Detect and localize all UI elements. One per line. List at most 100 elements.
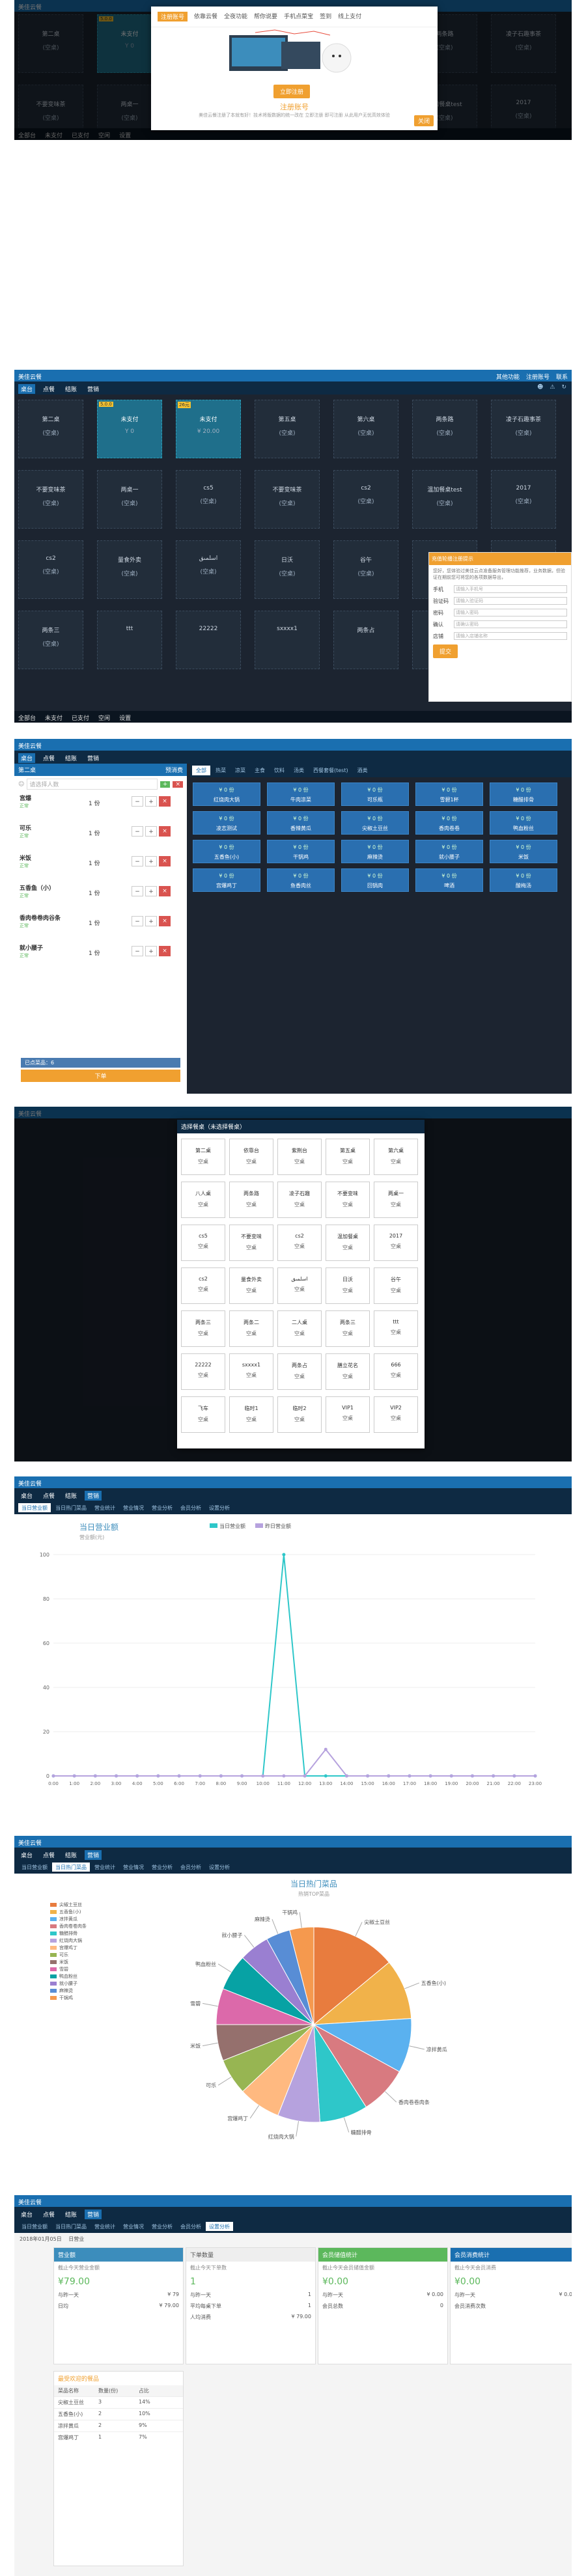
legend-item[interactable]: 就小腰子 [50, 1980, 141, 1987]
place-order-button[interactable]: 下单 [21, 1070, 180, 1082]
register-tab[interactable]: 手机点菜宝 [284, 12, 313, 21]
nav-item[interactable]: 结账 [63, 753, 79, 763]
dish-button[interactable]: ¥ 0 份香肉卷卷 [415, 811, 483, 835]
select-table-tile[interactable]: 第五桌 空桌 [326, 1139, 370, 1175]
nav-item[interactable]: 点餐 [40, 1491, 57, 1501]
select-table-tile[interactable]: cs2 空桌 [277, 1225, 322, 1261]
top-link[interactable]: 联系 [556, 372, 568, 381]
dish-button[interactable]: ¥ 0 份宫爆鸡丁 [193, 868, 260, 892]
menu-category-tab[interactable]: 凉菜 [231, 766, 249, 775]
minus-button[interactable]: − [132, 886, 143, 896]
form-input[interactable]: 请确认密码 [454, 620, 567, 628]
report-tab[interactable]: 会员分析 [177, 1503, 204, 1512]
dish-button[interactable]: ¥ 0 份五香鱼(小) [193, 840, 260, 863]
nav-item[interactable]: 桌台 [18, 384, 36, 394]
table-tile[interactable]: 第二桌 (空桌) [18, 400, 83, 458]
legend-item[interactable]: 麻辣烫 [50, 1987, 141, 1994]
dish-button[interactable]: ¥ 0 份可乐瓶 [341, 782, 409, 806]
legend-item[interactable]: 糖醋排骨 [50, 1930, 141, 1937]
legend-item[interactable]: 五香鱼(小) [50, 1908, 141, 1915]
table-tile[interactable]: 5.0.0 未支付 Y 0 [97, 400, 162, 458]
minus-button[interactable]: − [132, 916, 143, 926]
bottom-filter[interactable]: 未支付 [45, 713, 63, 722]
nav-item[interactable]: 结账 [63, 2209, 79, 2219]
plus-button[interactable]: + [145, 856, 157, 866]
minus-button[interactable]: − [132, 946, 143, 956]
select-table-tile[interactable]: 不要变味 空桌 [326, 1182, 370, 1218]
select-table-tile[interactable]: 二人桌 空桌 [277, 1310, 322, 1347]
report-tab[interactable]: 当日热门菜品 [52, 1503, 90, 1512]
nav-item[interactable]: 营销 [85, 1850, 102, 1860]
table-tile[interactable]: اسلمىق (空桌) [176, 540, 241, 599]
form-input[interactable]: 请输入手机号 [454, 585, 567, 593]
dish-button[interactable]: ¥ 0 份香辣黄瓜 [267, 811, 335, 835]
select-table-tile[interactable]: 666 空桌 [374, 1353, 418, 1390]
select-table-tile[interactable]: 日沃 空桌 [326, 1267, 370, 1304]
menu-category-tab[interactable]: 主食 [251, 766, 269, 775]
report-tab[interactable]: 设置分析 [206, 2222, 233, 2231]
nav-item[interactable]: 营销 [85, 753, 102, 763]
report-tab[interactable]: 设置分析 [206, 1863, 233, 1872]
nav-item[interactable]: 营销 [85, 384, 102, 394]
report-tab[interactable]: 营业情况 [120, 2222, 147, 2231]
dish-button[interactable]: ¥ 0 份雪碧1杯 [415, 782, 483, 806]
bottom-filter[interactable]: 空闲 [98, 713, 110, 722]
report-tab[interactable]: 会员分析 [177, 1863, 204, 1872]
nav-item[interactable]: 桌台 [18, 1850, 35, 1860]
select-table-tile[interactable]: VIP1 空桌 [326, 1396, 370, 1433]
dish-button[interactable]: ¥ 0 份凌志测试 [193, 811, 260, 835]
select-table-tile[interactable]: 依靠台 空桌 [229, 1139, 273, 1175]
dish-button[interactable]: ¥ 0 份糖醋排骨 [490, 782, 557, 806]
plus-button[interactable]: + [145, 886, 157, 896]
select-table-tile[interactable]: 第六桌 空桌 [374, 1139, 418, 1175]
select-table-tile[interactable]: 谷午 空桌 [374, 1267, 418, 1304]
table-tile[interactable]: 26元未支付 ¥ 20.00 [176, 400, 241, 458]
table-tile[interactable]: 第五桌 (空桌) [255, 400, 320, 458]
table-tile[interactable]: cs2 (空桌) [333, 470, 398, 529]
report-tab[interactable]: 营业统计 [91, 1863, 119, 1872]
report-tab[interactable]: 营业情况 [120, 1503, 147, 1512]
table-tile[interactable]: 第六桌 (空桌) [333, 400, 398, 458]
minus-button[interactable]: − [132, 826, 143, 837]
select-table-tile[interactable]: اسلمىق 空桌 [277, 1267, 322, 1304]
select-table-tile[interactable]: cs2 空桌 [181, 1267, 225, 1304]
bottom-filter[interactable]: 全部台 [18, 713, 36, 722]
select-table-tile[interactable]: 两条占 空桌 [277, 1353, 322, 1390]
dish-button[interactable]: ¥ 0 份鱼香肉丝 [267, 868, 335, 892]
legend-item[interactable]: 红烧肉大锅 [50, 1937, 141, 1944]
select-table-tile[interactable]: 飞车 空桌 [181, 1396, 225, 1433]
plus-button[interactable]: + [145, 796, 157, 807]
select-table-tile[interactable]: 临时1 空桌 [229, 1396, 273, 1433]
select-table-tile[interactable]: 两条二 空桌 [229, 1310, 273, 1347]
legend-item[interactable]: 宫爆鸡丁 [50, 1944, 141, 1951]
table-tile[interactable]: 两条占 [333, 611, 398, 669]
select-table-tile[interactable]: 量食外卖 空桌 [229, 1267, 273, 1304]
form-input[interactable]: 请输入验证码 [454, 597, 567, 605]
nav-item[interactable]: 点餐 [40, 753, 57, 763]
table-tile[interactable]: 两条路 (空桌) [412, 400, 477, 458]
nav-item[interactable]: 结账 [63, 384, 79, 394]
select-table-tile[interactable]: 两条路 空桌 [229, 1182, 273, 1218]
nav-item[interactable]: 点餐 [40, 2209, 57, 2219]
top-link[interactable]: 其他功能 [496, 372, 520, 381]
dish-button[interactable]: ¥ 0 份红烧肉大锅 [193, 782, 260, 806]
select-table-tile[interactable]: 临时2 空桌 [277, 1396, 322, 1433]
register-now-button[interactable]: 立即注册 [273, 85, 311, 98]
table-tile[interactable]: 2017 (空桌) [491, 470, 556, 529]
select-table-tile[interactable]: 膳立花名 空桌 [326, 1353, 370, 1390]
table-tile[interactable]: 温加餐桌test (空桌) [412, 470, 477, 529]
nav-item[interactable]: 结账 [63, 1491, 79, 1501]
dish-button[interactable]: ¥ 0 份就小腰子 [415, 840, 483, 863]
dish-button[interactable]: ¥ 0 份干锅鸡 [267, 840, 335, 863]
refresh-icon[interactable]: ↻ [561, 384, 566, 391]
legend-item[interactable]: 干锅鸡 [50, 1994, 141, 2001]
select-table-tile[interactable]: 两条三 空桌 [326, 1310, 370, 1347]
table-tile[interactable]: ttt [97, 611, 162, 669]
menu-category-tab[interactable]: 全部 [192, 766, 210, 775]
delete-button[interactable]: × [159, 856, 171, 866]
close-button[interactable]: 关闭 [413, 115, 434, 126]
report-tab[interactable]: 营业分析 [148, 1863, 176, 1872]
legend-item[interactable]: 雪碧 [50, 1965, 141, 1973]
table-tile[interactable]: 两桌一 (空桌) [97, 470, 162, 529]
menu-category-tab[interactable]: 酒类 [354, 766, 372, 775]
